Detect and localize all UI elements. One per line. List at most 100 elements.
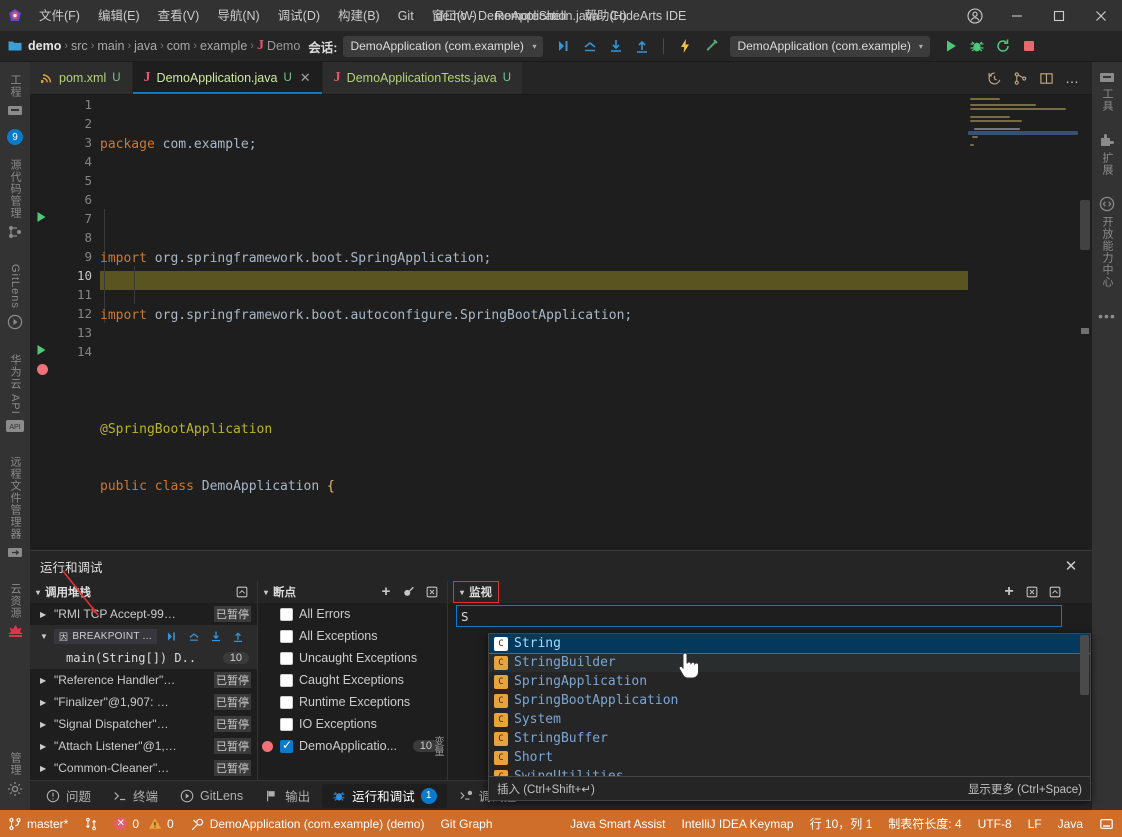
menu-remoteshell[interactable]: RemoteShell: [486, 5, 576, 27]
restart-icon[interactable]: [992, 35, 1014, 57]
menu-view[interactable]: 查看(V): [149, 5, 209, 27]
breakpoint-icon[interactable]: [36, 363, 54, 376]
watch-expression-input[interactable]: [456, 605, 1062, 627]
bottom-tab-problems[interactable]: 问题: [36, 784, 101, 808]
menu-debug[interactable]: 调试(D): [269, 5, 329, 27]
continue-icon[interactable]: [165, 630, 179, 643]
status-keymap[interactable]: IntelliJ IDEA Keymap: [674, 810, 802, 837]
breadcrumb-example[interactable]: example: [200, 39, 247, 53]
breakpoint-checkbox[interactable]: [280, 630, 293, 643]
run-icon[interactable]: [940, 35, 962, 57]
autocomplete-item[interactable]: C SpringApplication: [489, 672, 1090, 691]
chevron-down-icon[interactable]: ▾: [36, 588, 40, 597]
maximize-button[interactable]: [1038, 0, 1080, 31]
more-actions-icon[interactable]: …: [1060, 66, 1084, 90]
status-tab-size[interactable]: 制表符长度: 4: [880, 810, 969, 837]
breadcrumb-src[interactable]: src: [71, 39, 88, 53]
callstack-list[interactable]: ▶ "RMI TCP Accept-9999... 已暂停 ▼ 因 BREAKP…: [30, 603, 257, 781]
sidebar-item-manage[interactable]: 管理: [0, 738, 30, 803]
breakpoint-checkbox[interactable]: [280, 674, 293, 687]
breakpoint-checkbox[interactable]: [280, 718, 293, 731]
breakpoint-row[interactable]: Uncaught Exceptions: [258, 647, 447, 669]
status-git-graph[interactable]: Git Graph: [432, 810, 500, 837]
sidebar-item-source-control[interactable]: 9 源代码管理: [0, 123, 30, 246]
callstack-row[interactable]: ▶ "Finalizer"@1,907: WAIT 已暂停: [30, 691, 257, 713]
sidebar-item-huawei-api[interactable]: 华为云 API API: [0, 336, 30, 438]
breakpoint-row[interactable]: All Errors: [258, 603, 447, 625]
collapse-all-icon[interactable]: [233, 583, 251, 601]
variables-side-tab[interactable]: 变量: [430, 736, 445, 759]
chevron-down-icon[interactable]: ▼: [40, 632, 54, 641]
menu-window[interactable]: 窗口(W): [423, 5, 486, 27]
sidebar-item-tools[interactable]: 工具: [1092, 62, 1122, 118]
sidebar-item-remote-files[interactable]: 远程文件管理器: [0, 438, 30, 565]
menu-git[interactable]: Git: [389, 5, 423, 27]
step-over-icon[interactable]: [187, 630, 201, 643]
breadcrumb-main[interactable]: main: [97, 39, 124, 53]
chevron-right-icon[interactable]: ▶: [40, 742, 54, 751]
menu-edit[interactable]: 编辑(E): [89, 5, 149, 27]
status-branch[interactable]: master*: [0, 810, 76, 837]
close-icon[interactable]: ✕: [1060, 555, 1082, 577]
bottom-tab-terminal[interactable]: 终端: [103, 784, 168, 808]
bottom-tab-gitlens[interactable]: GitLens: [170, 784, 253, 808]
autocomplete-scrollbar[interactable]: [1080, 635, 1089, 695]
callstack-row[interactable]: ▶ "Signal Dispatcher"@1,... 已暂停: [30, 713, 257, 735]
editor-gutter[interactable]: 1 2 3 4 5 6 7 8 9 10 11 12 13 14: [30, 95, 100, 550]
breakpoint-row[interactable]: Caught Exceptions: [258, 669, 447, 691]
step-into-icon[interactable]: [209, 630, 223, 643]
minimize-button[interactable]: [996, 0, 1038, 31]
callstack-row[interactable]: ▼ 因 BREAKPOINT ...: [30, 625, 257, 647]
history-icon[interactable]: [982, 66, 1006, 90]
editor-scrollbar[interactable]: [1078, 95, 1092, 550]
step-out-icon[interactable]: [579, 35, 601, 57]
callstack-row[interactable]: ▶ "Reference Handler"@... 已暂停: [30, 669, 257, 691]
chevron-right-icon[interactable]: ▶: [40, 698, 54, 707]
status-cursor-position[interactable]: 行 10，列 1: [802, 810, 881, 837]
status-java-smart-assist[interactable]: Java Smart Assist: [562, 810, 673, 837]
autocomplete-item[interactable]: C Short: [489, 748, 1090, 767]
bottom-tab-output[interactable]: 输出: [255, 784, 320, 808]
bottom-tab-run-and-debug[interactable]: 运行和调试 1: [322, 784, 447, 808]
breakpoint-checkbox[interactable]: [280, 740, 293, 753]
autocomplete-item[interactable]: C StringBuffer: [489, 729, 1090, 748]
status-language-mode[interactable]: Java: [1050, 810, 1091, 837]
collapse-all-icon[interactable]: [1046, 583, 1064, 601]
step-into-icon[interactable]: [605, 35, 627, 57]
minimap[interactable]: [968, 95, 1078, 550]
add-expression-icon[interactable]: +: [1000, 583, 1018, 601]
run-arrow-icon[interactable]: [36, 344, 54, 356]
force-step-icon[interactable]: [631, 35, 653, 57]
remove-all-icon[interactable]: [1023, 583, 1041, 601]
autocomplete-item[interactable]: C SpringBootApplication: [489, 691, 1090, 710]
breakpoint-checkbox[interactable]: [280, 608, 293, 621]
close-button[interactable]: [1080, 0, 1122, 31]
autocomplete-list[interactable]: C String C StringBuilder C SpringApplica…: [489, 634, 1090, 776]
callstack-row[interactable]: ▶ "RMI TCP Accept-9999... 已暂停: [30, 603, 257, 625]
autocomplete-item[interactable]: C System: [489, 710, 1090, 729]
sidebar-item-cloud-resources[interactable]: 云资源: [0, 565, 30, 644]
add-icon[interactable]: +: [377, 583, 395, 601]
build-hammer-icon[interactable]: [700, 35, 722, 57]
status-sync[interactable]: [76, 810, 106, 837]
close-icon[interactable]: ✕: [300, 70, 311, 86]
sidebar-item-gitlens[interactable]: GitLens: [0, 246, 30, 336]
editor-tab-demoapplication-java[interactable]: J DemoApplication.java U ✕: [133, 62, 323, 94]
status-eol[interactable]: LF: [1020, 810, 1050, 837]
autocomplete-item[interactable]: C String: [489, 634, 1090, 653]
callstack-frame-row[interactable]: main(String[]) D.. 10: [30, 647, 257, 669]
chevron-right-icon[interactable]: ▶: [40, 720, 54, 729]
debug-icon[interactable]: [966, 35, 988, 57]
chevron-right-icon[interactable]: ▶: [40, 676, 54, 685]
breakpoint-checkbox[interactable]: [280, 652, 293, 665]
autocomplete-item[interactable]: C StringBuilder: [489, 653, 1090, 672]
remove-all-icon[interactable]: [423, 583, 441, 601]
scrollbar-thumb[interactable]: [1080, 200, 1090, 250]
stop-icon[interactable]: [1018, 35, 1040, 57]
status-encoding[interactable]: UTF-8: [970, 810, 1020, 837]
menu-file[interactable]: 文件(F): [30, 5, 89, 27]
breakpoints-header[interactable]: ▾ 断点 +: [258, 581, 447, 603]
split-editor-icon[interactable]: [1034, 66, 1058, 90]
editor-tab-pom-xml[interactable]: pom.xml U: [30, 62, 133, 94]
chevron-right-icon[interactable]: ▶: [40, 610, 54, 619]
